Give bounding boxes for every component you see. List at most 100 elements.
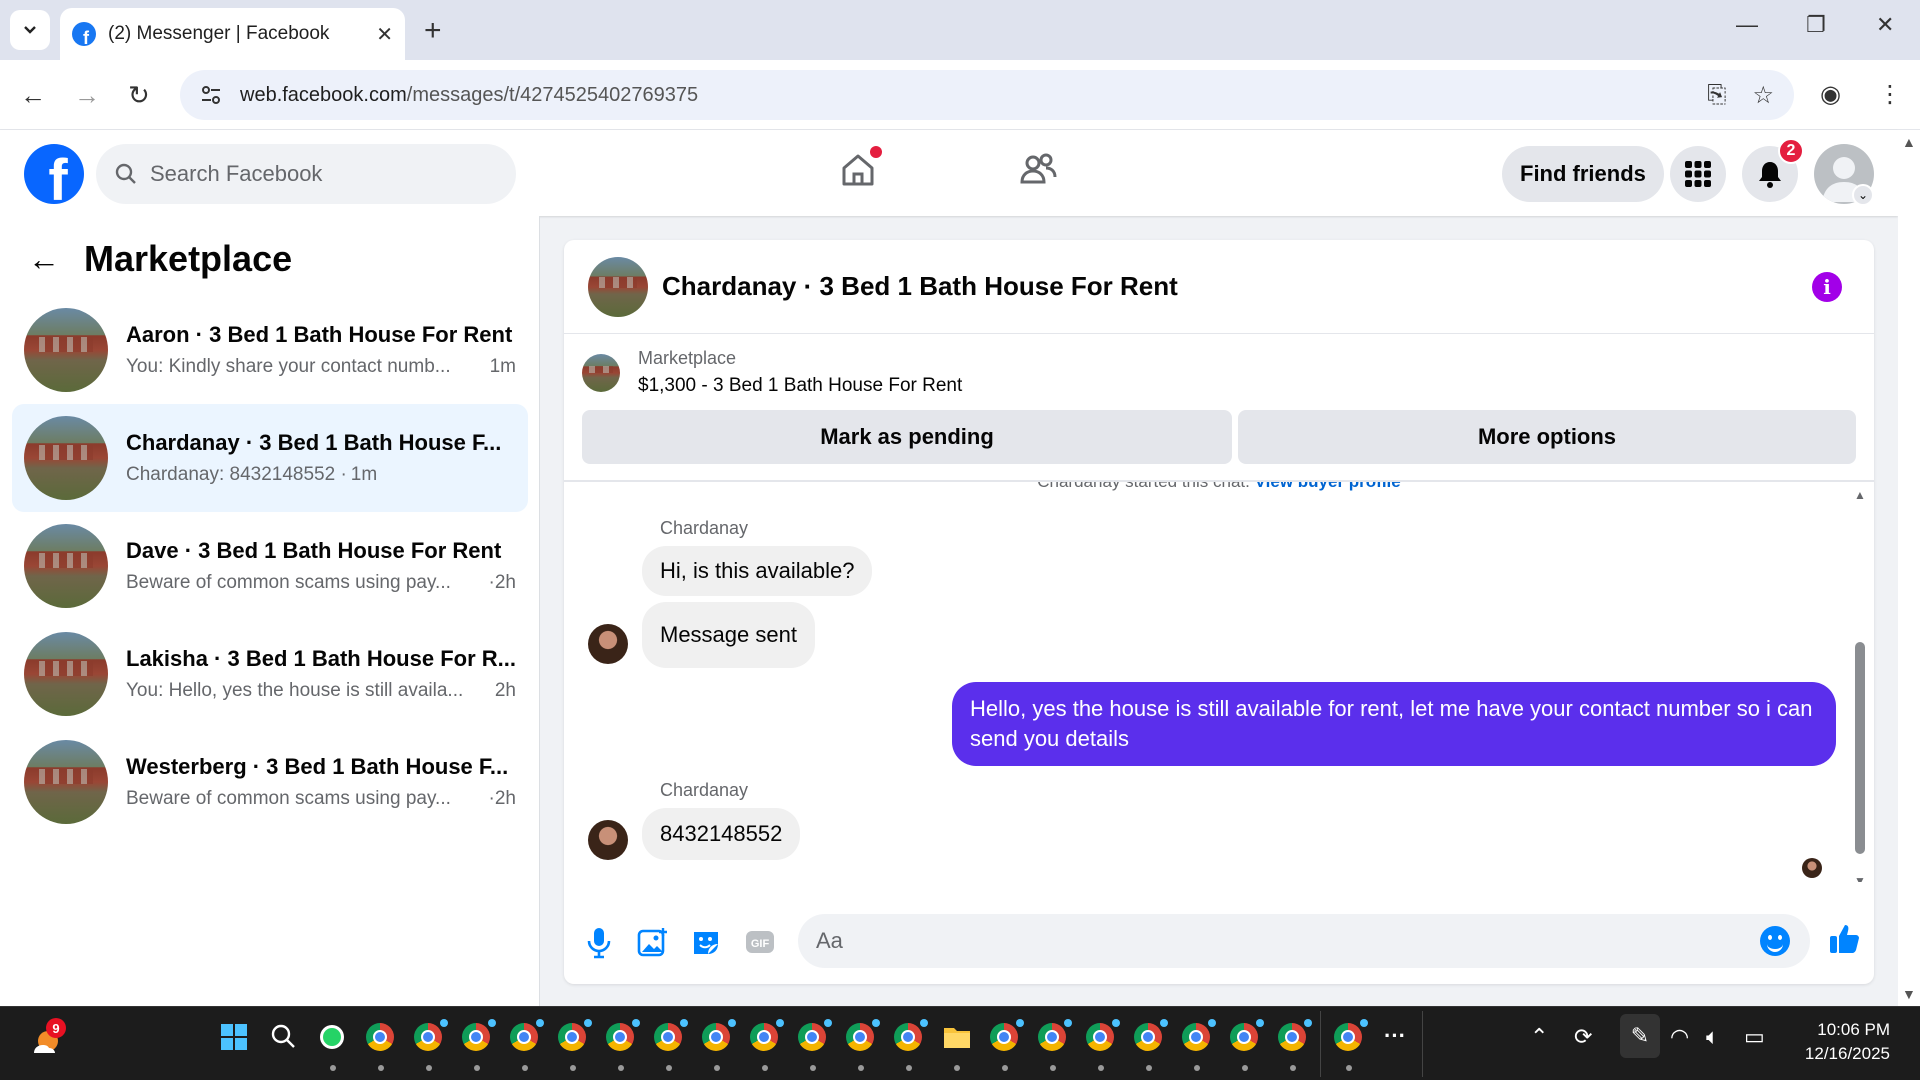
chrome-icon xyxy=(798,1023,826,1051)
conversation-item-dave[interactable]: Dave · 3 Bed 1 Bath House For Rent Bewar… xyxy=(12,512,528,620)
install-app-icon[interactable]: ⎘ xyxy=(1707,81,1726,109)
account-chevron-down-icon[interactable]: ⌄ xyxy=(1852,184,1874,206)
chrome-icon xyxy=(702,1023,730,1051)
taskbar-search-button[interactable] xyxy=(270,1023,300,1053)
wifi-icon[interactable]: ◠ xyxy=(1670,1024,1689,1050)
volume-icon[interactable]: 🔈︎ xyxy=(1706,1024,1719,1050)
emoji-icon[interactable] xyxy=(1760,926,1790,956)
sync-icon[interactable]: ⟳ xyxy=(1574,1024,1592,1050)
sticker-icon[interactable] xyxy=(690,926,722,958)
microphone-icon[interactable] xyxy=(584,926,614,960)
friends-nav-button[interactable] xyxy=(1018,150,1058,195)
reload-icon[interactable]: ↻ xyxy=(128,80,150,111)
taskbar-chrome-window[interactable] xyxy=(990,1019,1024,1071)
taskbar-chrome-window[interactable] xyxy=(846,1019,880,1071)
chrome-icon xyxy=(1182,1023,1210,1051)
listing-small-thumbnail xyxy=(582,353,620,392)
clock-time[interactable]: 10:06 PM xyxy=(1817,1020,1890,1040)
start-button[interactable] xyxy=(220,1023,250,1053)
photo-attach-icon[interactable] xyxy=(636,926,668,958)
chat-title[interactable]: Chardanay · 3 Bed 1 Bath House For Rent xyxy=(662,271,1178,302)
taskbar-chrome-window[interactable] xyxy=(702,1019,736,1071)
clock-date[interactable]: 12/16/2025 xyxy=(1805,1044,1890,1064)
conversation-item-westerberg[interactable]: Westerberg · 3 Bed 1 Bath House F... Bew… xyxy=(12,728,528,836)
tray-chevron-up-icon[interactable]: ⌃ xyxy=(1530,1024,1548,1050)
search-input[interactable]: Search Facebook xyxy=(96,144,516,204)
outgoing-message-bubble[interactable]: Hello, yes the house is still available … xyxy=(952,682,1836,766)
facebook-top-nav: f Search Facebook Find friends 2 ⌄ xyxy=(0,130,1898,216)
new-tab-icon[interactable]: + xyxy=(424,14,442,48)
minimize-icon[interactable]: — xyxy=(1736,12,1758,38)
back-icon[interactable]: ← xyxy=(20,80,46,111)
running-indicator xyxy=(1050,1065,1056,1071)
taskbar-chrome-window[interactable] xyxy=(1230,1019,1264,1071)
sender-avatar[interactable] xyxy=(588,624,628,664)
taskbar-chrome-window[interactable] xyxy=(366,1023,396,1071)
view-buyer-profile-link[interactable]: View buyer profile xyxy=(1255,482,1401,491)
taskbar-chrome-window[interactable] xyxy=(606,1019,640,1071)
taskbar-chrome-window[interactable] xyxy=(1134,1019,1168,1071)
address-bar[interactable]: web.facebook.com/messages/t/427452540276… xyxy=(180,70,1794,120)
taskbar-chrome-window[interactable] xyxy=(1278,1019,1312,1071)
conversation-preview: Beware of common scams using pay... xyxy=(126,788,451,809)
scroll-up-arrow-icon[interactable]: ▲ xyxy=(1902,134,1916,150)
chat-scrollbar[interactable]: ▲ ▼ xyxy=(1854,488,1866,882)
battery-icon[interactable]: ▭ xyxy=(1744,1024,1765,1050)
incoming-message-bubble[interactable]: Hi, is this available? xyxy=(642,546,873,596)
info-icon[interactable]: i xyxy=(1812,272,1842,302)
marketplace-listing-row[interactable]: Marketplace $1,300 - 3 Bed 1 Bath House … xyxy=(582,348,962,397)
page-scrollbar[interactable]: ▲ ▼ xyxy=(1898,130,1920,1006)
taskbar-chrome-window[interactable] xyxy=(1182,1019,1216,1071)
find-friends-button[interactable]: Find friends xyxy=(1502,146,1664,202)
conversation-item-chardanay[interactable]: Chardanay · 3 Bed 1 Bath House F... Char… xyxy=(12,404,528,512)
message-input[interactable]: Aa xyxy=(798,914,1810,968)
scroll-up-arrow-icon[interactable]: ▲ xyxy=(1854,488,1866,502)
taskbar-chrome-window[interactable] xyxy=(798,1019,832,1071)
browser-tab-active[interactable]: f (2) Messenger | Facebook ✕ xyxy=(60,8,405,60)
notifications-button[interactable]: 2 xyxy=(1742,138,1804,202)
taskbar-file-explorer[interactable] xyxy=(942,1023,972,1071)
conversation-item-aaron[interactable]: Aaron · 3 Bed 1 Bath House For Rent You:… xyxy=(12,296,528,404)
taskbar-whatsapp[interactable] xyxy=(318,1023,348,1071)
thumbs-up-icon[interactable] xyxy=(1828,922,1862,956)
running-indicator xyxy=(570,1065,576,1071)
bookmark-star-icon[interactable]: ☆ xyxy=(1752,81,1774,110)
more-options-button[interactable]: More options xyxy=(1238,410,1856,464)
taskbar-chrome-window[interactable] xyxy=(894,1019,928,1071)
taskbar-chrome-window[interactable] xyxy=(462,1019,496,1071)
url-text[interactable]: web.facebook.com/messages/t/427452540276… xyxy=(240,84,1681,107)
gif-icon[interactable]: GIF xyxy=(744,926,776,958)
browser-menu-icon[interactable]: ⋮ xyxy=(1878,80,1902,109)
facebook-logo-icon[interactable]: f xyxy=(24,144,84,204)
home-nav-button[interactable] xyxy=(838,146,882,195)
taskbar-chrome-window[interactable] xyxy=(1086,1019,1120,1071)
taskbar-chrome-window[interactable] xyxy=(558,1019,592,1071)
menu-grid-button[interactable] xyxy=(1670,146,1726,202)
sender-avatar[interactable] xyxy=(588,820,628,860)
tab-close-icon[interactable]: ✕ xyxy=(376,22,393,47)
scroll-down-arrow-icon[interactable]: ▼ xyxy=(1854,874,1866,882)
chat-listing-avatar[interactable] xyxy=(588,256,648,317)
back-arrow-icon[interactable]: ← xyxy=(28,241,60,278)
taskbar-chrome-window[interactable] xyxy=(1334,1019,1368,1071)
incoming-message-bubble[interactable]: Message sent xyxy=(642,602,815,668)
pen-app-icon[interactable]: ✎ xyxy=(1620,1014,1660,1058)
tab-search-button[interactable] xyxy=(10,10,50,50)
forward-icon[interactable]: → xyxy=(74,80,100,111)
site-settings-icon[interactable] xyxy=(200,84,222,106)
conversation-item-lakisha[interactable]: Lakisha · 3 Bed 1 Bath House For R... Yo… xyxy=(12,620,528,728)
taskbar-chrome-window[interactable] xyxy=(414,1019,448,1071)
taskbar-chrome-window[interactable] xyxy=(654,1019,688,1071)
scroll-down-arrow-icon[interactable]: ▼ xyxy=(1902,986,1916,1002)
scrollbar-thumb[interactable] xyxy=(1855,642,1865,854)
close-window-icon[interactable]: ✕ xyxy=(1876,12,1894,38)
profile-pip xyxy=(1016,1019,1024,1027)
more-overflow-icon[interactable]: ··· xyxy=(1384,1023,1414,1053)
taskbar-chrome-window[interactable] xyxy=(1038,1019,1072,1071)
restore-icon[interactable]: ❐ xyxy=(1806,12,1826,38)
profile-account-icon[interactable]: ◉ xyxy=(1820,80,1841,109)
incoming-message-bubble[interactable]: 8432148552 xyxy=(642,808,801,860)
mark-as-pending-button[interactable]: Mark as pending xyxy=(582,410,1232,464)
taskbar-chrome-window[interactable] xyxy=(510,1019,544,1071)
taskbar-chrome-window[interactable] xyxy=(750,1019,784,1071)
